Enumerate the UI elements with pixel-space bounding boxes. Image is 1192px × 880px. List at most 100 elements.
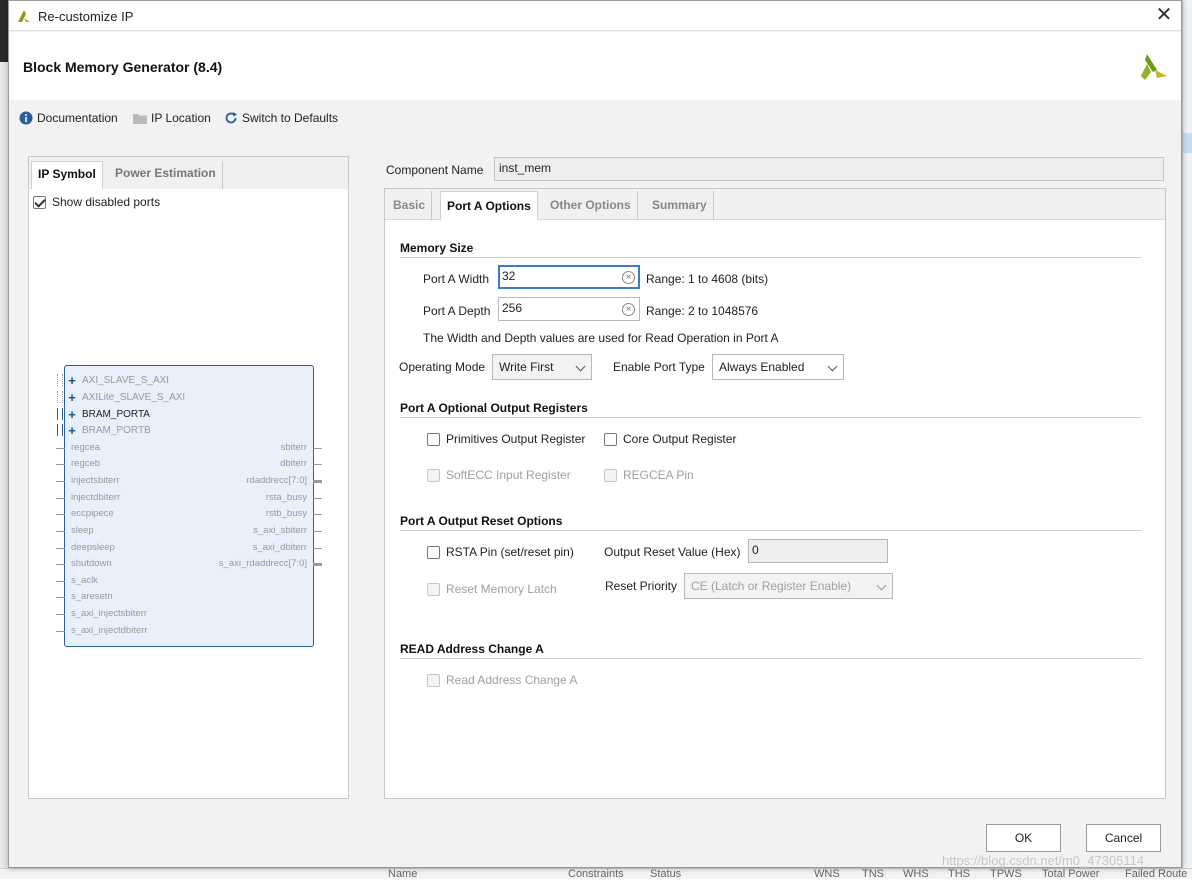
refresh-icon bbox=[224, 111, 238, 125]
primitives-output-register-label: Primitives Output Register bbox=[446, 432, 586, 446]
optional-registers-title: Port A Optional Output Registers bbox=[400, 401, 588, 415]
bus-label: AXILite_SLAVE_S_AXI bbox=[82, 391, 186, 403]
core-output-register-checkbox[interactable] bbox=[604, 432, 617, 446]
ip-location-label: IP Location bbox=[151, 111, 211, 125]
port-a-width-range: Range: 1 to 4608 (bits) bbox=[646, 272, 769, 286]
watermark-text: https://blog.csdn.net/m0_47305114 bbox=[942, 853, 1145, 868]
folder-icon bbox=[133, 111, 147, 125]
show-disabled-ports-label: Show disabled ports bbox=[52, 195, 161, 209]
port-left: regceb bbox=[71, 458, 101, 469]
port-left: eccpipece bbox=[71, 508, 114, 519]
bus-axi-slave[interactable]: + AXI_SLAVE_S_AXI bbox=[68, 373, 170, 388]
port-a-width-input[interactable]: 32 bbox=[498, 265, 640, 289]
port-a-width-label: Port A Width bbox=[423, 272, 490, 286]
tab-summary[interactable]: Summary bbox=[646, 191, 714, 220]
ip-symbol-panel: IP Symbol Power Estimation Show disabled… bbox=[28, 156, 349, 799]
enable-port-type-label: Enable Port Type bbox=[613, 360, 705, 374]
port-right: rsta_busy bbox=[265, 492, 307, 503]
reset-memory-latch-label: Reset Memory Latch bbox=[446, 582, 557, 596]
chevron-down-icon bbox=[575, 361, 586, 372]
cancel-button[interactable]: Cancel bbox=[1086, 824, 1161, 852]
tab-port-a-options[interactable]: Port A Options bbox=[440, 191, 538, 220]
port-left: injectdbiterr bbox=[71, 492, 121, 503]
width-depth-note: The Width and Depth values are used for … bbox=[423, 331, 779, 345]
ok-button[interactable]: OK bbox=[986, 824, 1061, 852]
bus-axilite-slave[interactable]: + AXILite_SLAVE_S_AXI bbox=[68, 389, 186, 405]
left-tabs: IP Symbol Power Estimation bbox=[29, 157, 348, 189]
rsta-pin-checkbox[interactable] bbox=[427, 545, 440, 559]
xilinx-logo-icon bbox=[1141, 54, 1167, 80]
component-name-field[interactable]: inst_mem bbox=[494, 157, 1164, 181]
port-left: s_aclk bbox=[71, 575, 98, 586]
port-right: sbiterr bbox=[280, 442, 307, 453]
expand-plus-icon: + bbox=[68, 389, 76, 405]
primitives-output-register-checkbox[interactable] bbox=[427, 432, 440, 446]
core-output-register-option[interactable]: Core Output Register bbox=[604, 432, 736, 446]
port-left: deepsleep bbox=[71, 542, 115, 553]
show-disabled-ports-checkbox[interactable] bbox=[33, 195, 46, 209]
chevron-down-icon bbox=[827, 361, 838, 372]
softecc-input-register-option: SoftECC Input Register bbox=[427, 468, 571, 482]
port-left: shutdown bbox=[71, 558, 112, 569]
clear-depth-icon[interactable]: × bbox=[622, 303, 635, 316]
operating-mode-select[interactable]: Write First bbox=[492, 354, 592, 380]
port-a-depth-input[interactable]: 256 bbox=[498, 297, 640, 321]
port-left: sleep bbox=[71, 525, 94, 536]
tab-ip-symbol[interactable]: IP Symbol bbox=[31, 161, 103, 189]
rsta-pin-option[interactable]: RSTA Pin (set/reset pin) bbox=[427, 545, 574, 559]
documentation-button[interactable]: Documentation bbox=[19, 110, 118, 126]
switch-to-defaults-button[interactable]: Switch to Defaults bbox=[224, 110, 338, 126]
softecc-input-register-label: SoftECC Input Register bbox=[446, 468, 571, 482]
operating-mode-value: Write First bbox=[499, 360, 554, 374]
bg-col-tns: TNS bbox=[862, 868, 884, 880]
port-right: s_axi_rdaddrecc[7:0] bbox=[218, 558, 307, 569]
softecc-input-register-checkbox bbox=[427, 468, 440, 482]
bus-bram-porta[interactable]: + BRAM_PORTA bbox=[68, 407, 150, 422]
ip-location-button[interactable]: IP Location bbox=[133, 110, 211, 126]
bus-bram-portb[interactable]: + BRAM_PORTB bbox=[68, 423, 151, 438]
read-address-change-option: Read Address Change A bbox=[427, 673, 577, 687]
operating-mode-label: Operating Mode bbox=[399, 360, 486, 374]
bg-col-status: Status bbox=[650, 868, 682, 880]
vivado-logo-icon bbox=[18, 10, 30, 22]
tab-power-estimation[interactable]: Power Estimation bbox=[109, 161, 223, 189]
clear-width-icon[interactable]: × bbox=[622, 271, 635, 284]
tab-other-options[interactable]: Other Options bbox=[544, 191, 638, 220]
port-left: s_axi_injectsbiterr bbox=[71, 608, 148, 619]
port-right: s_axi_sbiterr bbox=[253, 525, 307, 536]
port-right: s_axi_dbiterr bbox=[252, 542, 307, 553]
read-address-change-label: Read Address Change A bbox=[446, 673, 578, 687]
window-title: Re-customize IP bbox=[38, 9, 134, 24]
bus-label: BRAM_PORTB bbox=[82, 424, 151, 436]
component-name-label: Component Name bbox=[386, 163, 484, 177]
bg-col-wns: WNS bbox=[814, 868, 840, 880]
primitives-output-register-option[interactable]: Primitives Output Register bbox=[427, 432, 585, 446]
chevron-down-icon bbox=[876, 580, 887, 591]
port-left: s_axi_injectdbiterr bbox=[71, 625, 148, 636]
bg-col-total-power: Total Power bbox=[1042, 868, 1100, 880]
background-results-header: Name Constraints Status WNS TNS WHS THS … bbox=[0, 868, 1192, 880]
bg-col-ths: THS bbox=[948, 868, 970, 880]
ip-symbol-block: + AXI_SLAVE_S_AXI + AXILite_SLAVE_S_AXI + B… bbox=[56, 365, 322, 647]
port-a-depth-range: Range: 2 to 1048576 bbox=[646, 304, 759, 318]
bg-col-name: Name bbox=[388, 868, 418, 880]
title-bar: Re-customize IP ✕ bbox=[9, 1, 1181, 31]
enable-port-type-select[interactable]: Always Enabled bbox=[712, 354, 844, 380]
options-panel: Basic Port A Options Other Options Summa… bbox=[384, 188, 1166, 799]
bg-col-tpws: TPWS bbox=[990, 868, 1022, 880]
documentation-label: Documentation bbox=[37, 111, 118, 125]
bus-label: AXI_SLAVE_S_AXI bbox=[82, 374, 170, 386]
port-a-depth-label: Port A Depth bbox=[423, 304, 491, 318]
reset-memory-latch-option: Reset Memory Latch bbox=[427, 582, 557, 596]
reset-priority-value: CE (Latch or Register Enable) bbox=[691, 579, 852, 593]
recustomize-ip-dialog: Re-customize IP ✕ Block Memory Generator… bbox=[8, 0, 1182, 868]
output-reset-value-input[interactable]: 0 bbox=[748, 539, 888, 563]
regcea-pin-checkbox bbox=[604, 468, 617, 482]
show-disabled-ports-row[interactable]: Show disabled ports bbox=[33, 195, 160, 209]
ip-title: Block Memory Generator (8.4) bbox=[23, 59, 223, 75]
port-left: injectsbiterr bbox=[71, 475, 120, 486]
close-icon[interactable]: ✕ bbox=[1153, 5, 1175, 27]
background-right-strip bbox=[1182, 0, 1192, 879]
port-right: rdaddrecc[7:0] bbox=[246, 475, 307, 486]
tab-basic[interactable]: Basic bbox=[387, 191, 433, 220]
